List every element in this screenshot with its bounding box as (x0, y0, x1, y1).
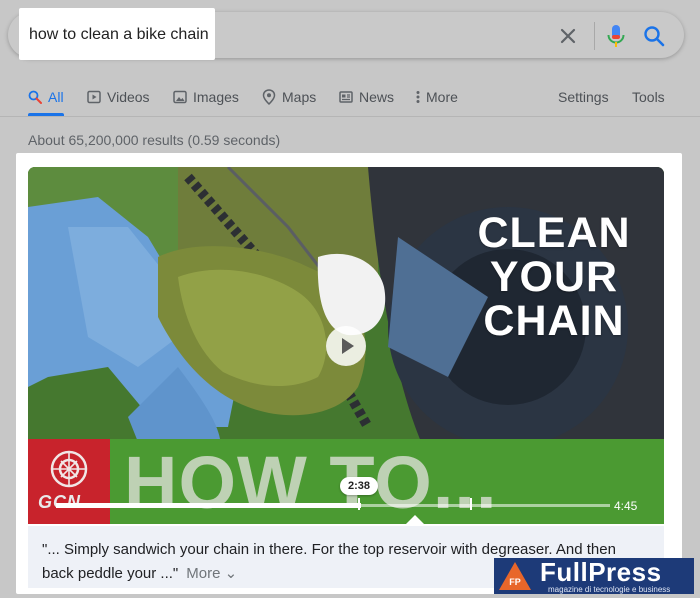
channel-logo-icon (50, 450, 88, 488)
image-icon (173, 90, 187, 104)
tab-videos[interactable]: Videos (87, 86, 150, 108)
tab-more[interactable]: More (416, 86, 458, 108)
clear-icon[interactable] (558, 26, 578, 46)
play-button[interactable] (326, 326, 366, 366)
tab-images[interactable]: Images (173, 86, 239, 108)
transcript-pointer (406, 515, 424, 524)
overlay-line: YOUR (489, 253, 619, 301)
tab-label: More (426, 89, 458, 105)
play-icon (87, 90, 101, 104)
tab-label: News (359, 89, 395, 105)
search-icon[interactable] (643, 25, 665, 47)
more-label: More (186, 565, 221, 582)
map-pin-icon (262, 89, 276, 105)
kebab-icon (416, 91, 420, 103)
video-banner-text: HOW TO... (124, 441, 498, 524)
tab-all[interactable]: All (28, 86, 64, 108)
tab-maps[interactable]: Maps (262, 86, 316, 108)
tab-label: Images (193, 89, 239, 105)
video-duration: 4:45 (614, 499, 638, 513)
tabs-divider (0, 116, 700, 117)
tab-news[interactable]: News (339, 86, 394, 108)
result-stats: About 65,200,000 results (0.59 seconds) (28, 132, 281, 148)
search-icon (28, 90, 42, 104)
overlay-line: CLEAN (477, 209, 631, 257)
newspaper-icon (339, 91, 353, 103)
tab-label: Videos (107, 89, 150, 105)
video-overlay-title: CLEAN YOUR CHAIN (454, 211, 654, 343)
tab-label: Maps (282, 89, 317, 105)
watermark-name: FullPress (540, 557, 662, 587)
settings-link[interactable]: Settings (558, 86, 609, 108)
watermark-logo: FP (499, 562, 531, 590)
search-bar-divider (594, 22, 595, 50)
chevron-down-icon: ⌄ (224, 565, 238, 582)
mic-icon[interactable] (605, 24, 627, 48)
video-player[interactable]: CLEAN YOUR CHAIN GCN HOW TO... (28, 167, 664, 524)
tools-label: Tools (632, 89, 665, 105)
overlay-line: CHAIN (483, 297, 625, 345)
more-link[interactable]: More ⌄ (186, 565, 237, 582)
key-moment-marker[interactable] (470, 498, 472, 510)
video-progress-fill (56, 503, 361, 508)
search-input[interactable]: how to clean a bike chain (29, 26, 209, 44)
watermark-logo-letters: FP (509, 577, 521, 587)
watermark-tagline: magazine di tecnologie e business (548, 585, 671, 594)
timestamp-tooltip: 2:38 (340, 477, 378, 495)
tab-label: All (48, 89, 64, 105)
tools-link[interactable]: Tools (632, 86, 665, 108)
key-moment-marker[interactable] (358, 498, 360, 510)
settings-label: Settings (558, 89, 609, 105)
